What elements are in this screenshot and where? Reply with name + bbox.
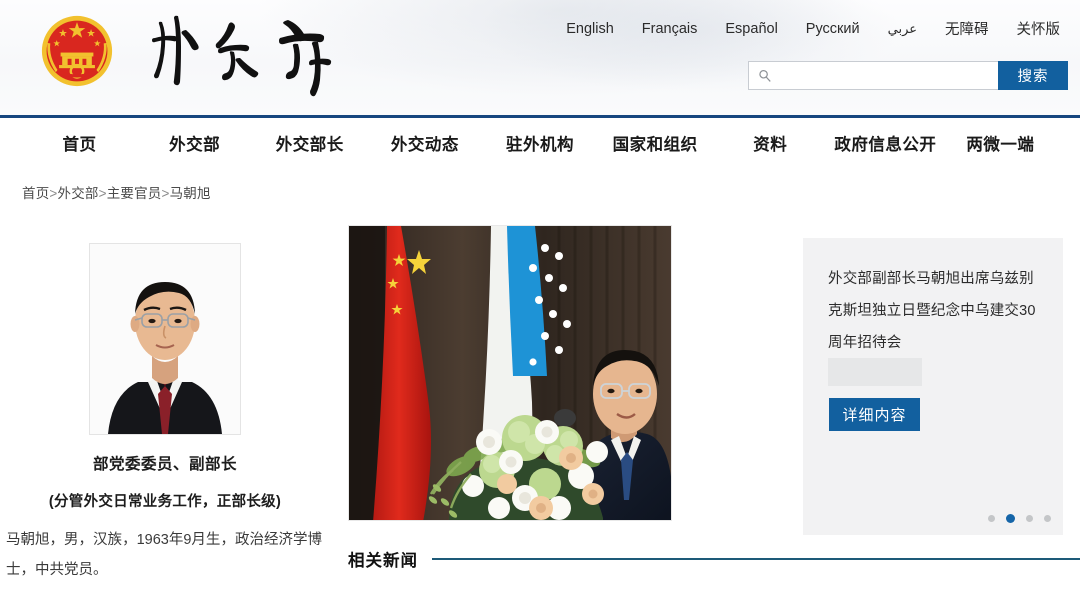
breadcrumb-item-officials[interactable]: 主要官员 [107,186,162,201]
related-news-divider [432,558,1080,560]
search-input-wrapper[interactable] [748,61,998,90]
promo-carousel-panel: 外交部副部长马朝旭出席乌兹别克斯坦独立日暨纪念中乌建交30周年招待会 详细内容 [803,238,1063,535]
page-root: English Français Español Русский عربي 无障… [0,0,1080,593]
breadcrumb-item-current: 马朝旭 [169,186,211,201]
official-portrait-photo [89,243,241,435]
nav-item-disclosure[interactable]: 政府信息公开 [828,131,943,155]
nav-item-home[interactable]: 首页 [22,131,137,155]
lang-link-francais[interactable]: Français [642,21,698,37]
china-national-emblem-icon [38,12,116,90]
feature-column: 相关新闻 [348,225,1080,570]
nav-item-missions[interactable]: 驻外机构 [482,131,597,155]
search-input[interactable] [749,62,998,89]
lang-link-espanol[interactable]: Español [725,21,777,37]
promo-headline[interactable]: 外交部副部长马朝旭出席乌兹别克斯坦独立日暨纪念中乌建交30周年招待会 [828,263,1043,359]
care-version-link[interactable]: 关怀版 [1017,18,1061,39]
profile-title-primary: 部党委委员、副部长 [92,456,237,473]
breadcrumb: 首页>外交部>主要官员>马朝旭 [22,182,211,202]
breadcrumb-separator: > [161,186,170,201]
breadcrumb-separator: > [49,186,58,201]
lang-link-english[interactable]: English [566,21,614,37]
carousel-dot-4[interactable] [1044,515,1051,522]
breadcrumb-item-home[interactable]: 首页 [22,186,49,201]
nav-item-minister[interactable]: 外交部长 [252,131,367,155]
nav-item-news[interactable]: 外交动态 [367,131,482,155]
profile-title-secondary: (分管外交日常业务工作，正部长级) [48,494,282,510]
carousel-dot-2[interactable] [1006,514,1015,523]
site-logo-calligraphy[interactable] [148,8,358,100]
breadcrumb-separator: > [98,186,107,201]
accessibility-link[interactable]: 无障碍 [945,18,989,39]
profile-column: 部党委委员、副部长 (分管外交日常业务工作，正部长级) 马朝旭，男，汉族，196… [0,225,330,585]
lang-link-arabic[interactable]: عربي [888,21,917,37]
nav-item-socialmedia[interactable]: 两微一端 [943,131,1058,155]
site-header: English Français Español Русский عربي 无障… [0,0,1080,115]
main-navigation: 首页 外交部 外交部长 外交动态 驻外机构 国家和组织 资料 政府信息公开 两微… [0,115,1080,168]
promo-placeholder-box [828,358,922,386]
related-news-header: 相关新闻 [348,547,1080,571]
nav-item-countries[interactable]: 国家和组织 [598,131,713,155]
nav-item-ministry[interactable]: 外交部 [137,131,252,155]
lang-link-russian[interactable]: Русский [806,21,860,37]
feature-news-photo[interactable] [348,225,672,521]
breadcrumb-item-ministry[interactable]: 外交部 [58,186,99,201]
language-bar: English Français Español Русский عربي 无障… [566,18,1060,39]
profile-biography: 马朝旭，男，汉族，1963年9月生，政治经济学博士，中共党员。 [6,532,322,578]
search-button[interactable]: 搜索 [998,61,1068,90]
promo-detail-button[interactable]: 详细内容 [829,398,920,431]
nav-item-resources[interactable]: 资料 [713,131,828,155]
main-content: 部党委委员、副部长 (分管外交日常业务工作，正部长级) 马朝旭，男，汉族，196… [0,225,1080,593]
carousel-dot-1[interactable] [988,515,995,522]
carousel-dots [988,514,1051,523]
related-news-title: 相关新闻 [348,552,418,570]
carousel-dot-3[interactable] [1026,515,1033,522]
search-bar: 搜索 [748,61,1068,90]
